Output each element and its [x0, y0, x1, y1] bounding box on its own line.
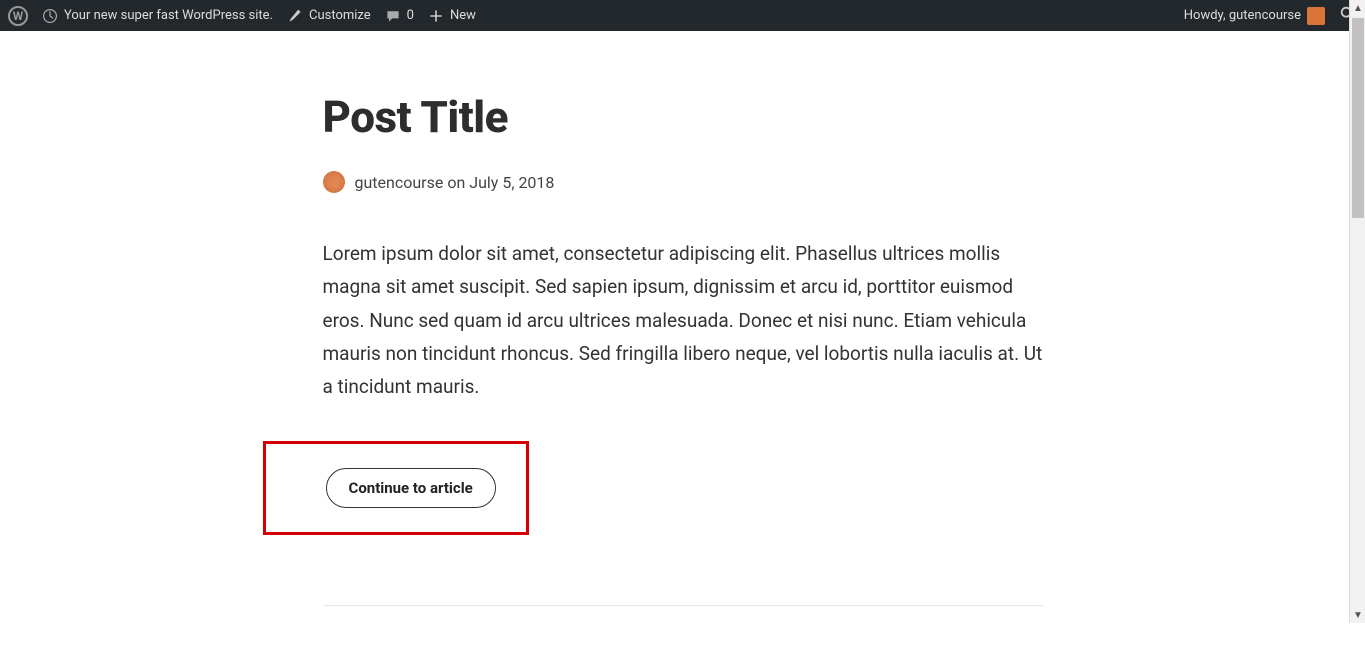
admin-bar-right: Howdy, gutencourse [1184, 5, 1357, 27]
post-divider [323, 605, 1043, 606]
new-text: New [450, 8, 476, 23]
author-link[interactable]: gutencourse [355, 173, 444, 192]
site-name-text: Your new super fast WordPress site. [64, 8, 273, 23]
post-date: July 5, 2018 [469, 173, 554, 192]
plus-icon [428, 8, 444, 24]
wp-logo-menu[interactable]: W [8, 6, 28, 26]
scroll-down-arrow-icon[interactable]: ▼ [1350, 607, 1365, 623]
post-content: Post Title gutencourse on July 5, 2018 L… [303, 31, 1063, 646]
annotation-highlight: Continue to article [263, 441, 529, 535]
comments-count: 0 [407, 8, 414, 23]
vertical-scrollbar[interactable]: ▲ ▼ [1349, 0, 1365, 623]
post-meta: gutencourse on July 5, 2018 [323, 171, 1043, 193]
post-meta-text: gutencourse on July 5, 2018 [355, 173, 555, 192]
dashboard-icon [42, 8, 58, 24]
scroll-thumb[interactable] [1352, 18, 1364, 218]
user-avatar-icon [1307, 7, 1325, 25]
post-title: Post Title [323, 91, 1043, 143]
brush-icon [287, 8, 303, 24]
howdy-text: Howdy, gutencourse [1184, 8, 1301, 23]
scroll-up-arrow-icon[interactable]: ▲ [1350, 0, 1365, 16]
customize-text: Customize [309, 8, 371, 23]
wordpress-logo-icon: W [8, 6, 28, 26]
continue-to-article-button[interactable]: Continue to article [326, 468, 496, 508]
post-excerpt: Lorem ipsum dolor sit amet, consectetur … [323, 237, 1043, 403]
site-name-link[interactable]: Your new super fast WordPress site. [42, 8, 273, 24]
author-avatar-icon [323, 171, 345, 193]
comment-icon [385, 8, 401, 24]
admin-bar-left: W Your new super fast WordPress site. Cu… [8, 6, 476, 26]
customize-link[interactable]: Customize [287, 8, 371, 24]
new-content-link[interactable]: New [428, 8, 476, 24]
wp-admin-bar: W Your new super fast WordPress site. Cu… [0, 0, 1365, 31]
my-account-link[interactable]: Howdy, gutencourse [1184, 7, 1325, 25]
comments-link[interactable]: 0 [385, 8, 414, 24]
